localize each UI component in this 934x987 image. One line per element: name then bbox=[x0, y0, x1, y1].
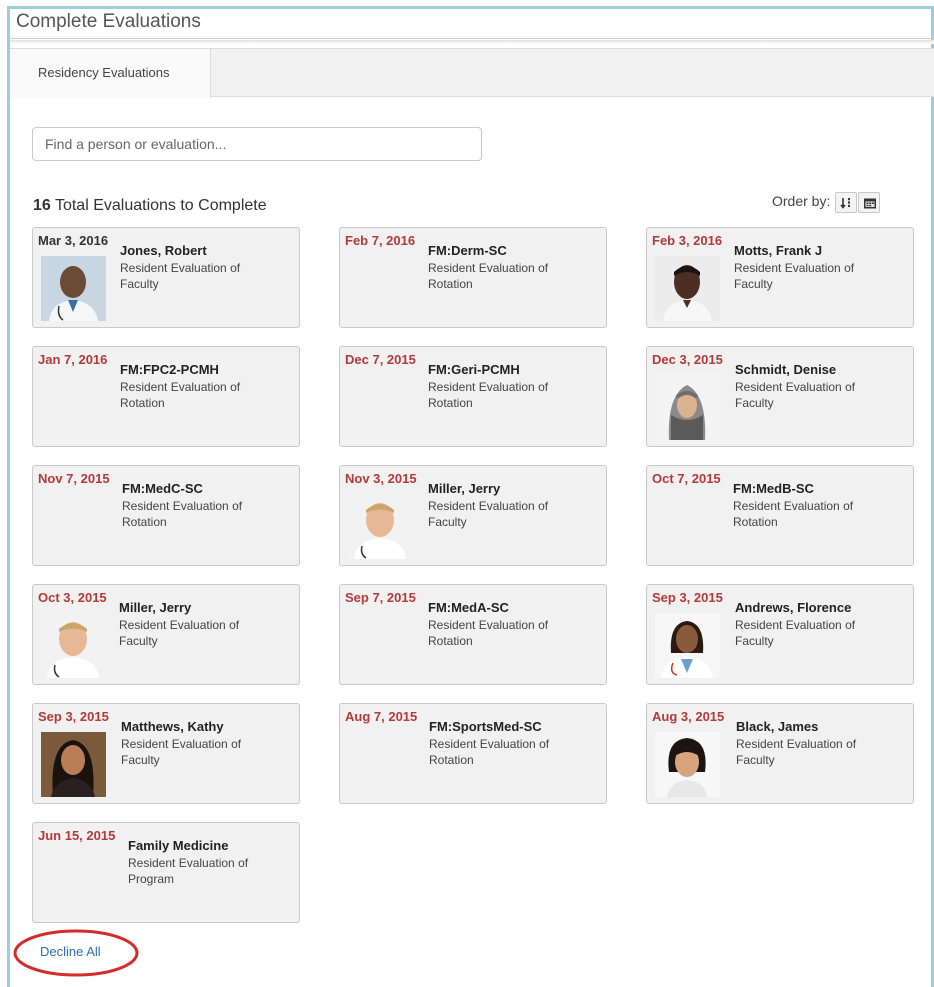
card-name: FM:SportsMed-SC bbox=[429, 719, 542, 734]
evaluation-card[interactable]: Sep 3, 2015 Matthews, Kathy Resident Eva… bbox=[32, 703, 300, 804]
evaluation-card[interactable]: Aug 7, 2015 FM:SportsMed-SC Resident Eva… bbox=[339, 703, 607, 804]
card-type: Resident Evaluation of Rotation bbox=[429, 737, 550, 767]
tab-bar: Residency Evaluations bbox=[10, 48, 934, 98]
card-name: Schmidt, Denise bbox=[735, 362, 837, 377]
card-name: FM:MedB-SC bbox=[733, 481, 814, 496]
avatar bbox=[41, 613, 106, 678]
card-type: Resident Evaluation of Rotation bbox=[733, 499, 854, 529]
evaluation-count-number: 16 bbox=[33, 197, 51, 214]
tab-label: Residency Evaluations bbox=[38, 65, 170, 80]
avatar bbox=[655, 256, 720, 321]
card-date: Aug 7, 2015 bbox=[345, 709, 418, 724]
calendar-sort-button[interactable] bbox=[858, 192, 880, 213]
card-name: Miller, Jerry bbox=[119, 600, 192, 615]
card-name: Andrews, Florence bbox=[735, 600, 852, 615]
card-type: Resident Evaluation of Faculty bbox=[428, 499, 549, 529]
card-name: FM:Derm-SC bbox=[428, 243, 507, 258]
avatar bbox=[41, 732, 106, 797]
card-name: Matthews, Kathy bbox=[121, 719, 224, 734]
card-date: Mar 3, 2016 bbox=[38, 233, 109, 248]
avatar bbox=[348, 494, 413, 559]
card-date: Dec 3, 2015 bbox=[652, 352, 723, 367]
evaluation-card[interactable]: Dec 7, 2015 FM:Geri-PCMH Resident Evalua… bbox=[339, 346, 607, 447]
search-input[interactable] bbox=[32, 127, 482, 161]
evaluation-card[interactable]: Nov 7, 2015 FM:MedC-SC Resident Evaluati… bbox=[32, 465, 300, 566]
evaluation-card[interactable]: Jan 7, 2016 FM:FPC2-PCMH Resident Evalua… bbox=[32, 346, 300, 447]
card-name: Miller, Jerry bbox=[428, 481, 501, 496]
evaluation-card[interactable]: Oct 3, 2015 Miller, Jerry Resident Evalu… bbox=[32, 584, 300, 685]
card-type: Resident Evaluation of Faculty bbox=[119, 618, 240, 648]
card-type: Resident Evaluation of Faculty bbox=[734, 261, 855, 291]
order-by-label: Order by: bbox=[772, 193, 831, 209]
card-date: Sep 3, 2015 bbox=[38, 709, 109, 724]
decline-all-link[interactable]: Decline All bbox=[40, 944, 101, 959]
card-type: Resident Evaluation of Rotation bbox=[120, 380, 241, 410]
card-date: Feb 3, 2016 bbox=[652, 233, 723, 248]
title-bar: Complete Evaluations bbox=[10, 9, 934, 39]
card-date: Oct 7, 2015 bbox=[652, 471, 721, 486]
card-type: Resident Evaluation of Faculty bbox=[120, 261, 241, 291]
evaluation-card[interactable]: Feb 7, 2016 FM:Derm-SC Resident Evaluati… bbox=[339, 227, 607, 328]
card-type: Resident Evaluation of Program bbox=[128, 856, 249, 886]
evaluation-card[interactable]: Sep 3, 2015 Andrews, Florence Resident E… bbox=[646, 584, 914, 685]
page-title: Complete Evaluations bbox=[16, 11, 201, 32]
sort-button[interactable] bbox=[835, 192, 857, 213]
card-type: Resident Evaluation of Rotation bbox=[428, 618, 549, 648]
evaluation-count: 16 Total Evaluations to Complete bbox=[33, 197, 267, 215]
card-type: Resident Evaluation of Faculty bbox=[735, 380, 856, 410]
card-date: Sep 3, 2015 bbox=[652, 590, 723, 605]
tab-residency-evaluations[interactable]: Residency Evaluations bbox=[10, 48, 211, 98]
avatar bbox=[655, 613, 720, 678]
avatar bbox=[655, 732, 720, 797]
card-name: FM:MedA-SC bbox=[428, 600, 509, 615]
card-name: FM:FPC2-PCMH bbox=[120, 362, 219, 377]
evaluation-card[interactable]: Sep 7, 2015 FM:MedA-SC Resident Evaluati… bbox=[339, 584, 607, 685]
evaluation-card[interactable]: Dec 3, 2015 Schmidt, Denise Resident Eva… bbox=[646, 346, 914, 447]
card-type: Resident Evaluation of Rotation bbox=[428, 261, 549, 291]
card-date: Jun 15, 2015 bbox=[38, 828, 116, 843]
card-date: Sep 7, 2015 bbox=[345, 590, 416, 605]
card-date: Dec 7, 2015 bbox=[345, 352, 416, 367]
card-name: Family Medicine bbox=[128, 838, 229, 853]
card-name: Motts, Frank J bbox=[734, 243, 823, 258]
card-date: Nov 7, 2015 bbox=[38, 471, 110, 486]
card-type: Resident Evaluation of Faculty bbox=[736, 737, 857, 767]
avatar bbox=[41, 256, 106, 321]
card-date: Jan 7, 2016 bbox=[38, 352, 108, 367]
avatar bbox=[655, 375, 720, 440]
card-date: Feb 7, 2016 bbox=[345, 233, 416, 248]
sort-icon bbox=[840, 198, 850, 209]
card-date: Oct 3, 2015 bbox=[38, 590, 107, 605]
card-type: Resident Evaluation of Rotation bbox=[122, 499, 243, 529]
card-type: Resident Evaluation of Faculty bbox=[121, 737, 242, 767]
card-name: Jones, Robert bbox=[120, 243, 207, 258]
evaluation-card[interactable]: Mar 3, 2016 Jones, Robert Resident Evalu… bbox=[32, 227, 300, 328]
calendar-icon bbox=[864, 198, 876, 209]
evaluation-count-label: Total Evaluations to Complete bbox=[54, 197, 267, 214]
evaluation-card[interactable]: Oct 7, 2015 FM:MedB-SC Resident Evaluati… bbox=[646, 465, 914, 566]
evaluation-card[interactable]: Aug 3, 2015 Black, James Resident Evalua… bbox=[646, 703, 914, 804]
evaluation-card[interactable]: Feb 3, 2016 Motts, Frank J Resident Eval… bbox=[646, 227, 914, 328]
card-date: Nov 3, 2015 bbox=[345, 471, 417, 486]
card-date: Aug 3, 2015 bbox=[652, 709, 725, 724]
card-type: Resident Evaluation of Faculty bbox=[735, 618, 856, 648]
card-name: FM:MedC-SC bbox=[122, 481, 203, 496]
evaluation-card[interactable]: Jun 15, 2015 Family Medicine Resident Ev… bbox=[32, 822, 300, 923]
title-divider bbox=[10, 40, 934, 44]
card-type: Resident Evaluation of Rotation bbox=[428, 380, 549, 410]
evaluation-card[interactable]: Nov 3, 2015 Miller, Jerry Resident Evalu… bbox=[339, 465, 607, 566]
card-name: Black, James bbox=[736, 719, 819, 734]
card-name: FM:Geri-PCMH bbox=[428, 362, 520, 377]
